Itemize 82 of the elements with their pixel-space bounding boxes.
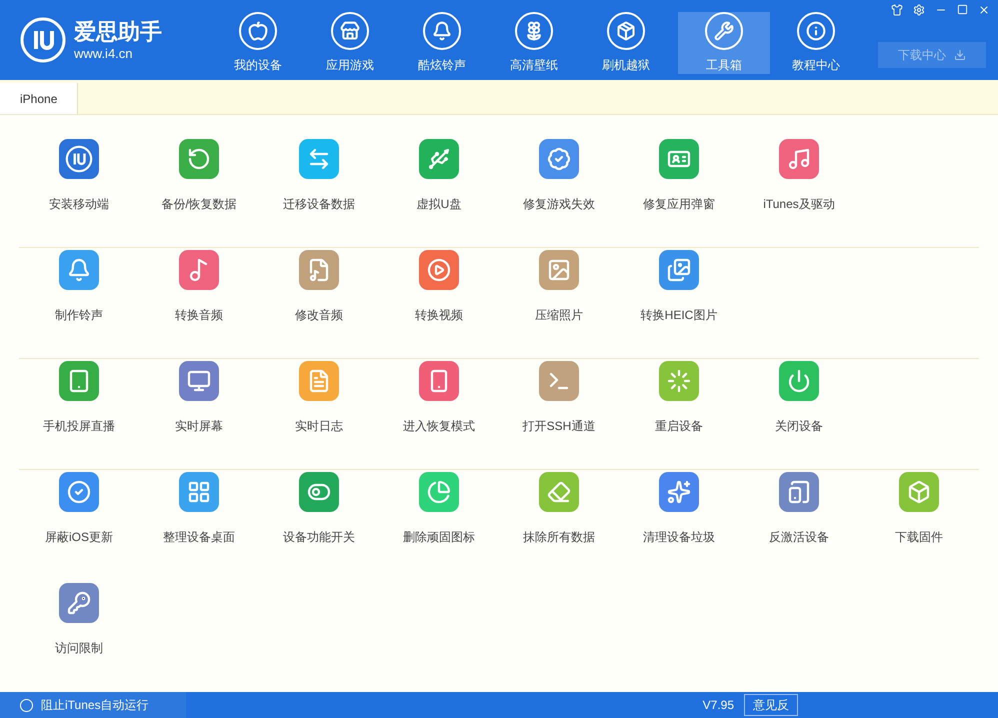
settings-icon[interactable] [913,4,925,16]
tool-label: 进入恢复模式 [403,418,475,436]
tool-label: 安装移动端 [49,196,109,214]
tool-label: 设备功能开关 [283,529,355,546]
download-icon [954,49,966,61]
tool-item[interactable]: 手机投屏直播 [19,359,139,470]
tool-item[interactable]: 访问限制 [19,581,139,692]
tool-item[interactable]: 进入恢复模式 [379,359,499,470]
tool-item[interactable]: 实时屏幕 [139,359,259,470]
tool-label: iTunes及驱动 [763,196,835,214]
tool-label: 清理设备垃圾 [643,529,715,546]
tool-label: 删除顽固图标 [403,529,475,546]
tool-item[interactable]: 打开SSH通道 [499,359,619,470]
tool-label: 修复游戏失效 [523,196,595,214]
tool-label: 迁移设备数据 [283,196,355,214]
tool-label: 整理设备桌面 [163,529,235,546]
tool-item[interactable]: iTunes及驱动 [739,137,859,248]
app-name: 爱思助手 [74,18,162,46]
tool-item[interactable]: 修改音频 [259,248,379,358]
nav-tab[interactable]: 高清壁纸 [488,12,580,74]
tool-item[interactable]: 设备功能开关 [259,470,379,582]
feedback-button[interactable]: 意见反 [744,694,798,716]
close-icon[interactable] [978,4,990,16]
tool-label: 手机投屏直播 [43,418,115,436]
tool-label: 转换HEIC图片 [640,307,718,324]
tool-item[interactable]: 迁移设备数据 [259,137,379,248]
tool-label: 制作铃声 [55,307,103,324]
tool-item[interactable]: 制作铃声 [19,248,139,358]
tool-item[interactable]: 下载固件 [859,470,979,582]
tool-item[interactable]: 转换HEIC图片 [619,248,739,358]
tool-label: 备份/恢复数据 [161,196,237,214]
tool-label: 下载固件 [895,529,943,546]
info-icon [797,12,835,50]
tool-label: 访问限制 [55,640,103,658]
tool-item[interactable]: 转换音频 [139,248,259,358]
tool-item[interactable]: 虚拟U盘 [379,137,499,248]
tool-label: 修改音频 [295,307,343,324]
tool-label: 转换音频 [175,307,223,324]
tool-label: 修复应用弹窗 [643,196,715,214]
tool-item[interactable]: 关闭设备 [739,359,859,470]
tool-item[interactable]: 安装移动端 [19,137,139,248]
logo-icon [20,17,66,63]
tool-label: 打开SSH通道 [522,418,596,436]
bell-icon [423,12,461,50]
version-text: V7.95 [702,697,734,714]
tool-label: 抹除所有数据 [523,529,595,546]
tool-label: 重启设备 [655,418,703,436]
tool-item[interactable]: 修复游戏失效 [499,137,619,248]
nav-tab[interactable]: 教程中心 [770,12,862,74]
tool-label: 关闭设备 [775,418,823,436]
tool-label: 转换视频 [415,307,463,324]
tool-label: 反激活设备 [769,529,829,546]
tool-item[interactable]: 反激活设备 [739,470,859,582]
apple-icon [239,12,277,50]
tool-label: 压缩照片 [535,307,583,324]
tool-item[interactable]: 重启设备 [619,359,739,470]
tool-item[interactable]: 压缩照片 [499,248,619,358]
flower-icon [515,12,553,50]
tool-label: 实时日志 [295,418,343,436]
device-tab[interactable]: iPhone [0,83,78,114]
nav-tab[interactable]: 刷机越狱 [580,12,672,74]
tool-item[interactable]: 转换视频 [379,248,499,358]
skin-icon[interactable] [891,4,903,16]
box-icon [607,12,645,50]
tool-item[interactable]: 屏蔽iOS更新 [19,470,139,582]
maximize-icon[interactable] [957,4,968,15]
tool-item[interactable]: 实时日志 [259,359,379,470]
tool-item[interactable]: 清理设备垃圾 [619,470,739,582]
nav-tab[interactable]: 我的设备 [212,12,304,74]
app-url: www.i4.cn [74,46,134,62]
tool-label: 虚拟U盘 [416,196,462,214]
tool-label: 实时屏幕 [175,418,223,436]
tool-item[interactable]: 修复应用弹窗 [619,137,739,248]
tool-item[interactable]: 备份/恢复数据 [139,137,259,248]
tool-item[interactable]: 抹除所有数据 [499,470,619,582]
tool-label: 屏蔽iOS更新 [44,529,113,546]
tool-item[interactable]: 整理设备桌面 [139,470,259,582]
tool-item[interactable]: 删除顽固图标 [379,470,499,582]
nav-tab[interactable]: 应用游戏 [304,12,396,74]
tools-icon [705,12,743,50]
itunes-block-toggle[interactable]: 阻止iTunes自动运行 [0,692,186,718]
nav-tab[interactable]: 酷炫铃声 [396,12,488,74]
